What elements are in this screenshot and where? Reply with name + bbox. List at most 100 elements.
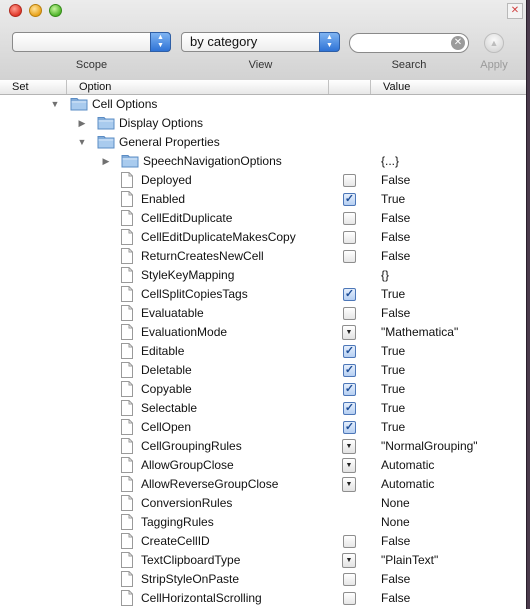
disclosure-closed-icon[interactable]: ▶ [77, 114, 87, 133]
option-value[interactable]: None [381, 494, 410, 513]
tree-folder-row[interactable]: ▶ SpeechNavigationOptions {...} [0, 152, 526, 171]
checkbox-unchecked[interactable] [343, 174, 356, 187]
apply-button[interactable]: ▲ [484, 33, 504, 53]
document-icon [121, 286, 133, 302]
option-name: CellGroupingRules [141, 439, 242, 453]
disclosure-open-icon[interactable]: ▼ [50, 95, 60, 114]
tree-option-row[interactable]: CreateCellID False [0, 532, 526, 551]
tree-option-row[interactable]: CellGroupingRules ▼ "NormalGrouping" [0, 437, 526, 456]
search-field[interactable]: ✕ [349, 33, 469, 53]
tree-option-row[interactable]: CellOpen ✓ True [0, 418, 526, 437]
option-value[interactable]: False [381, 209, 410, 228]
checkbox-checked[interactable]: ✓ [343, 345, 356, 358]
tree-option-row[interactable]: Deployed False [0, 171, 526, 190]
option-value[interactable]: True [381, 361, 405, 380]
option-value[interactable]: True [381, 190, 405, 209]
tree-option-row[interactable]: AllowGroupClose ▼ Automatic [0, 456, 526, 475]
option-value[interactable]: True [381, 285, 405, 304]
option-name: Copyable [141, 382, 192, 396]
tree-option-row[interactable]: TextClipboardType ▼ "PlainText" [0, 551, 526, 570]
checkbox-unchecked[interactable] [343, 535, 356, 548]
option-value[interactable]: {} [381, 266, 389, 285]
corner-close-icon[interactable]: ✕ [507, 3, 523, 19]
option-value[interactable]: False [381, 247, 410, 266]
value-dropdown-button[interactable]: ▼ [342, 458, 356, 473]
option-value[interactable]: False [381, 532, 410, 551]
option-value[interactable]: "PlainText" [381, 551, 438, 570]
option-value[interactable]: True [381, 418, 405, 437]
column-set[interactable]: Set [0, 80, 66, 94]
tree-option-row[interactable]: Evaluatable False [0, 304, 526, 323]
tree-option-row[interactable]: Editable ✓ True [0, 342, 526, 361]
option-value[interactable]: True [381, 342, 405, 361]
option-value[interactable]: None [381, 513, 410, 532]
tree-folder-row[interactable]: ▼ General Properties [0, 133, 526, 152]
scope-popup[interactable]: ▲ ▼ [12, 32, 171, 52]
checkbox-unchecked[interactable] [343, 573, 356, 586]
checkbox-checked[interactable]: ✓ [343, 288, 356, 301]
tree-option-row[interactable]: Deletable ✓ True [0, 361, 526, 380]
option-value[interactable]: Automatic [381, 475, 434, 494]
document-icon [121, 248, 133, 264]
tree-option-row[interactable]: StripStyleOnPaste False [0, 570, 526, 589]
checkbox-unchecked[interactable] [343, 592, 356, 605]
tree-option-row[interactable]: TaggingRules None [0, 513, 526, 532]
option-value[interactable]: False [381, 228, 410, 247]
view-popup[interactable]: by category ▲ ▼ [181, 32, 340, 52]
column-option[interactable]: Option [66, 80, 328, 94]
value-dropdown-button[interactable]: ▼ [342, 477, 356, 492]
checkbox-unchecked[interactable] [343, 212, 356, 225]
tree-option-row[interactable]: AllowReverseGroupClose ▼ Automatic [0, 475, 526, 494]
option-name: EvaluationMode [141, 325, 228, 339]
tree-option-row[interactable]: EvaluationMode ▼ "Mathematica" [0, 323, 526, 342]
zoom-light-icon[interactable] [49, 4, 62, 17]
checkbox-unchecked[interactable] [343, 307, 356, 320]
close-light-icon[interactable] [9, 4, 22, 17]
option-name: Deployed [141, 173, 192, 187]
tree-option-row[interactable]: Enabled ✓ True [0, 190, 526, 209]
popup-arrows-icon: ▲ ▼ [319, 32, 340, 52]
value-dropdown-button[interactable]: ▼ [342, 553, 356, 568]
tree-option-row[interactable]: ReturnCreatesNewCell False [0, 247, 526, 266]
tree-option-row[interactable]: CellSplitCopiesTags ✓ True [0, 285, 526, 304]
disclosure-open-icon[interactable]: ▼ [77, 133, 87, 152]
clear-search-icon[interactable]: ✕ [451, 36, 465, 50]
option-value[interactable]: True [381, 399, 405, 418]
checkbox-checked[interactable]: ✓ [343, 421, 356, 434]
tree-option-row[interactable]: Copyable ✓ True [0, 380, 526, 399]
option-value[interactable]: False [381, 570, 410, 589]
checkbox-checked[interactable]: ✓ [343, 383, 356, 396]
tree-option-row[interactable]: ConversionRules None [0, 494, 526, 513]
option-value[interactable]: False [381, 171, 410, 190]
option-value[interactable]: {...} [381, 152, 399, 171]
document-icon [121, 514, 133, 530]
minimize-light-icon[interactable] [29, 4, 42, 17]
value-dropdown-button[interactable]: ▼ [342, 325, 356, 340]
tree-folder-row[interactable]: ▼ Cell Options [0, 95, 526, 114]
document-icon [121, 362, 133, 378]
tree-option-row[interactable]: Selectable ✓ True [0, 399, 526, 418]
checkbox-unchecked[interactable] [343, 250, 356, 263]
option-value[interactable]: False [381, 304, 410, 323]
tree-option-row[interactable]: CellEditDuplicateMakesCopy False [0, 228, 526, 247]
checkbox-unchecked[interactable] [343, 231, 356, 244]
value-dropdown-button[interactable]: ▼ [342, 439, 356, 454]
option-value[interactable]: Automatic [381, 456, 434, 475]
tree-option-row[interactable]: CellEditDuplicate False [0, 209, 526, 228]
column-value[interactable]: Value [370, 80, 526, 94]
checkbox-checked[interactable]: ✓ [343, 402, 356, 415]
disclosure-closed-icon[interactable]: ▶ [101, 152, 111, 171]
tree-option-row[interactable]: CellHorizontalScrolling False [0, 589, 526, 608]
option-value[interactable]: "Mathematica" [381, 323, 458, 342]
option-value[interactable]: "NormalGrouping" [381, 437, 478, 456]
option-value[interactable]: True [381, 380, 405, 399]
document-icon [121, 229, 133, 245]
option-name: ReturnCreatesNewCell [141, 249, 264, 263]
checkbox-checked[interactable]: ✓ [343, 364, 356, 377]
tree-folder-row[interactable]: ▶ Display Options [0, 114, 526, 133]
tree-option-row[interactable]: StyleKeyMapping {} [0, 266, 526, 285]
option-value[interactable]: False [381, 589, 410, 608]
option-name: CellEditDuplicate [141, 211, 233, 225]
checkbox-checked[interactable]: ✓ [343, 193, 356, 206]
option-name: Deletable [141, 363, 192, 377]
